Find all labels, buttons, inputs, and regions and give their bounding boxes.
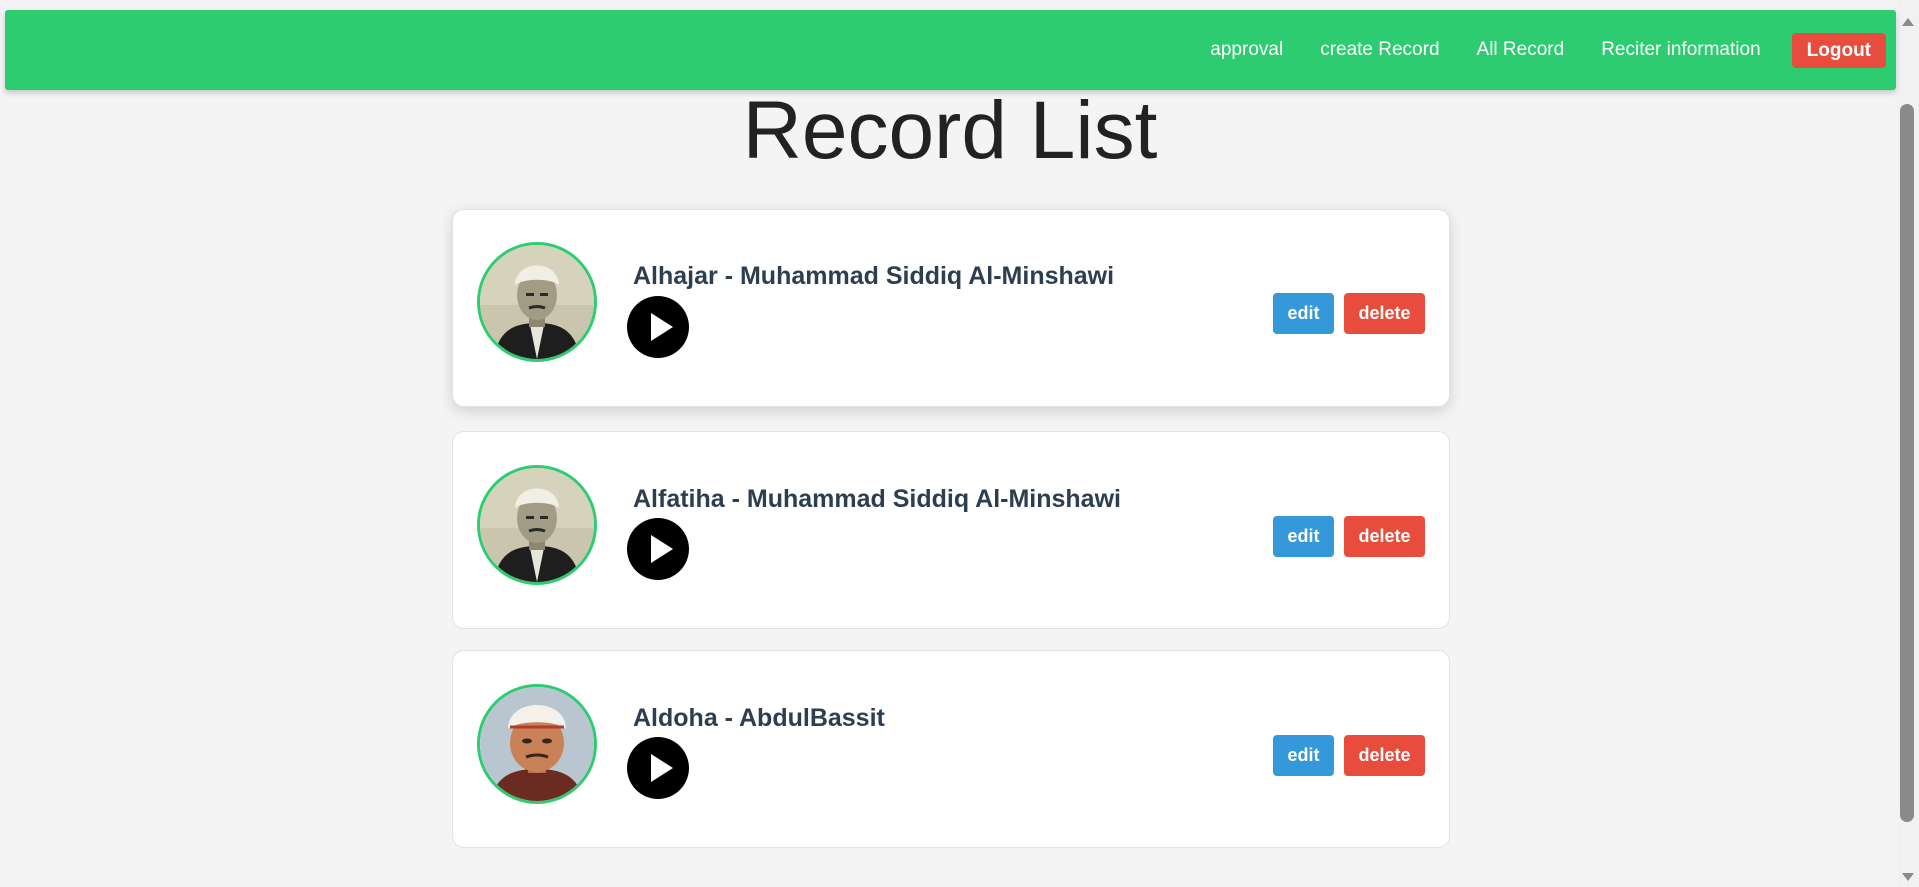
play-button[interactable] [627, 518, 689, 580]
play-button[interactable] [627, 737, 689, 799]
vertical-scrollbar[interactable] [1897, 0, 1919, 887]
nav-links: approval create Record All Record Recite… [1173, 10, 1886, 90]
reciter-avatar [477, 465, 597, 585]
play-icon [651, 754, 673, 782]
reciter-abdulbassit-photo-icon [480, 687, 594, 801]
play-button[interactable] [627, 296, 689, 358]
reciter-minshawi-photo-icon [480, 245, 594, 359]
edit-button[interactable]: edit [1273, 516, 1334, 557]
nav-link-approval[interactable]: approval [1210, 39, 1283, 61]
page-title: Record List [742, 85, 1158, 176]
play-icon [651, 313, 673, 341]
record-card: Alhajar - Muhammad Siddiq Al-Minshawi ed… [452, 209, 1450, 407]
nav-link-create-record[interactable]: create Record [1320, 39, 1439, 61]
record-title: Aldoha - AbdulBassit [633, 704, 885, 732]
logout-button[interactable]: Logout [1791, 32, 1886, 68]
delete-button[interactable]: delete [1344, 293, 1425, 334]
scrollbar-thumb[interactable] [1900, 104, 1914, 822]
nav-link-reciter-information[interactable]: Reciter information [1601, 39, 1760, 61]
scroll-up-arrow-icon[interactable] [1902, 18, 1914, 26]
delete-button[interactable]: delete [1344, 516, 1425, 557]
reciter-avatar [477, 684, 597, 804]
app-window: approval create Record All Record Recite… [0, 0, 1919, 887]
nav-link-all-record[interactable]: All Record [1477, 39, 1565, 61]
play-icon [651, 535, 673, 563]
record-title: Alfatiha - Muhammad Siddiq Al-Minshawi [633, 485, 1121, 513]
delete-button[interactable]: delete [1344, 735, 1425, 776]
top-navbar: approval create Record All Record Recite… [5, 10, 1896, 90]
record-card: Aldoha - AbdulBassit edit delete [452, 650, 1450, 848]
edit-button[interactable]: edit [1273, 293, 1334, 334]
record-card: Alfatiha - Muhammad Siddiq Al-Minshawi e… [452, 431, 1450, 629]
record-title: Alhajar - Muhammad Siddiq Al-Minshawi [633, 262, 1115, 290]
reciter-minshawi-photo-icon [480, 468, 594, 582]
edit-button[interactable]: edit [1273, 735, 1334, 776]
reciter-avatar [477, 242, 597, 362]
scroll-down-arrow-icon[interactable] [1902, 873, 1914, 881]
